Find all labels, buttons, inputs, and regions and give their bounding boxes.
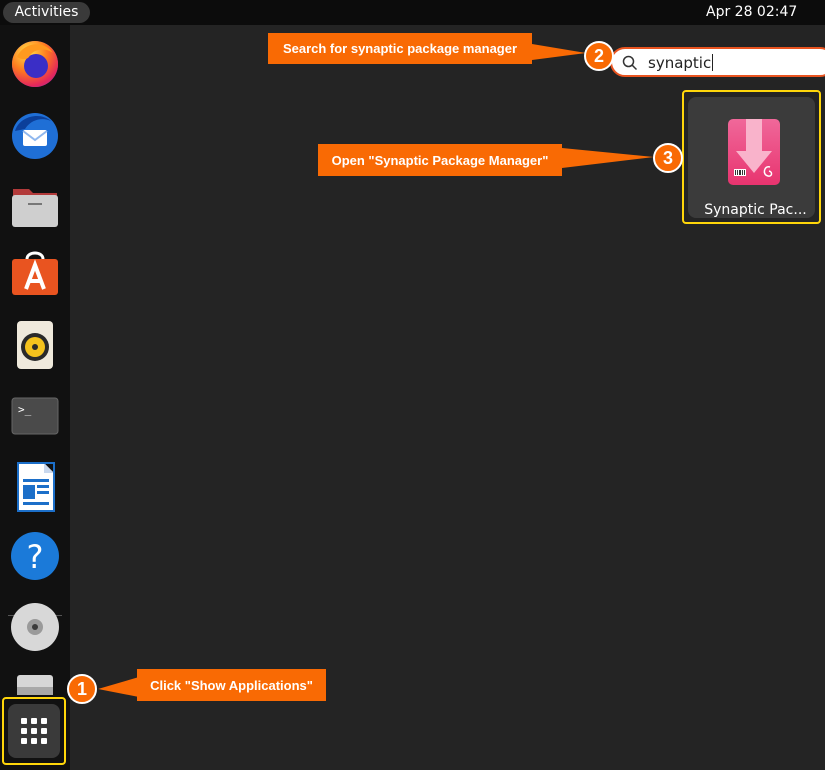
callout-step2: Search for synaptic package manager xyxy=(268,33,532,64)
step-badge-2-number: 2 xyxy=(593,45,604,66)
arrow-step1 xyxy=(98,677,139,697)
arrow-step3 xyxy=(562,148,654,168)
callout-step2-text: Search for synaptic package manager xyxy=(282,41,518,56)
callout-step3: Open "Synaptic Package Manager" xyxy=(318,144,562,176)
step-badge-2: 2 xyxy=(584,41,614,71)
callout-step3-text: Open "Synaptic Package Manager" xyxy=(331,152,549,168)
step-badge-1-number: 1 xyxy=(76,678,87,699)
arrow-step2 xyxy=(532,44,586,60)
callout-step1-text: Click "Show Applications" xyxy=(150,677,313,693)
callout-arrows xyxy=(98,44,654,697)
step-badge-3: 3 xyxy=(653,143,683,173)
step-badge-3-number: 3 xyxy=(662,147,673,168)
step-badge-1: 1 xyxy=(67,674,97,704)
callout-step1: Click "Show Applications" xyxy=(137,669,326,701)
